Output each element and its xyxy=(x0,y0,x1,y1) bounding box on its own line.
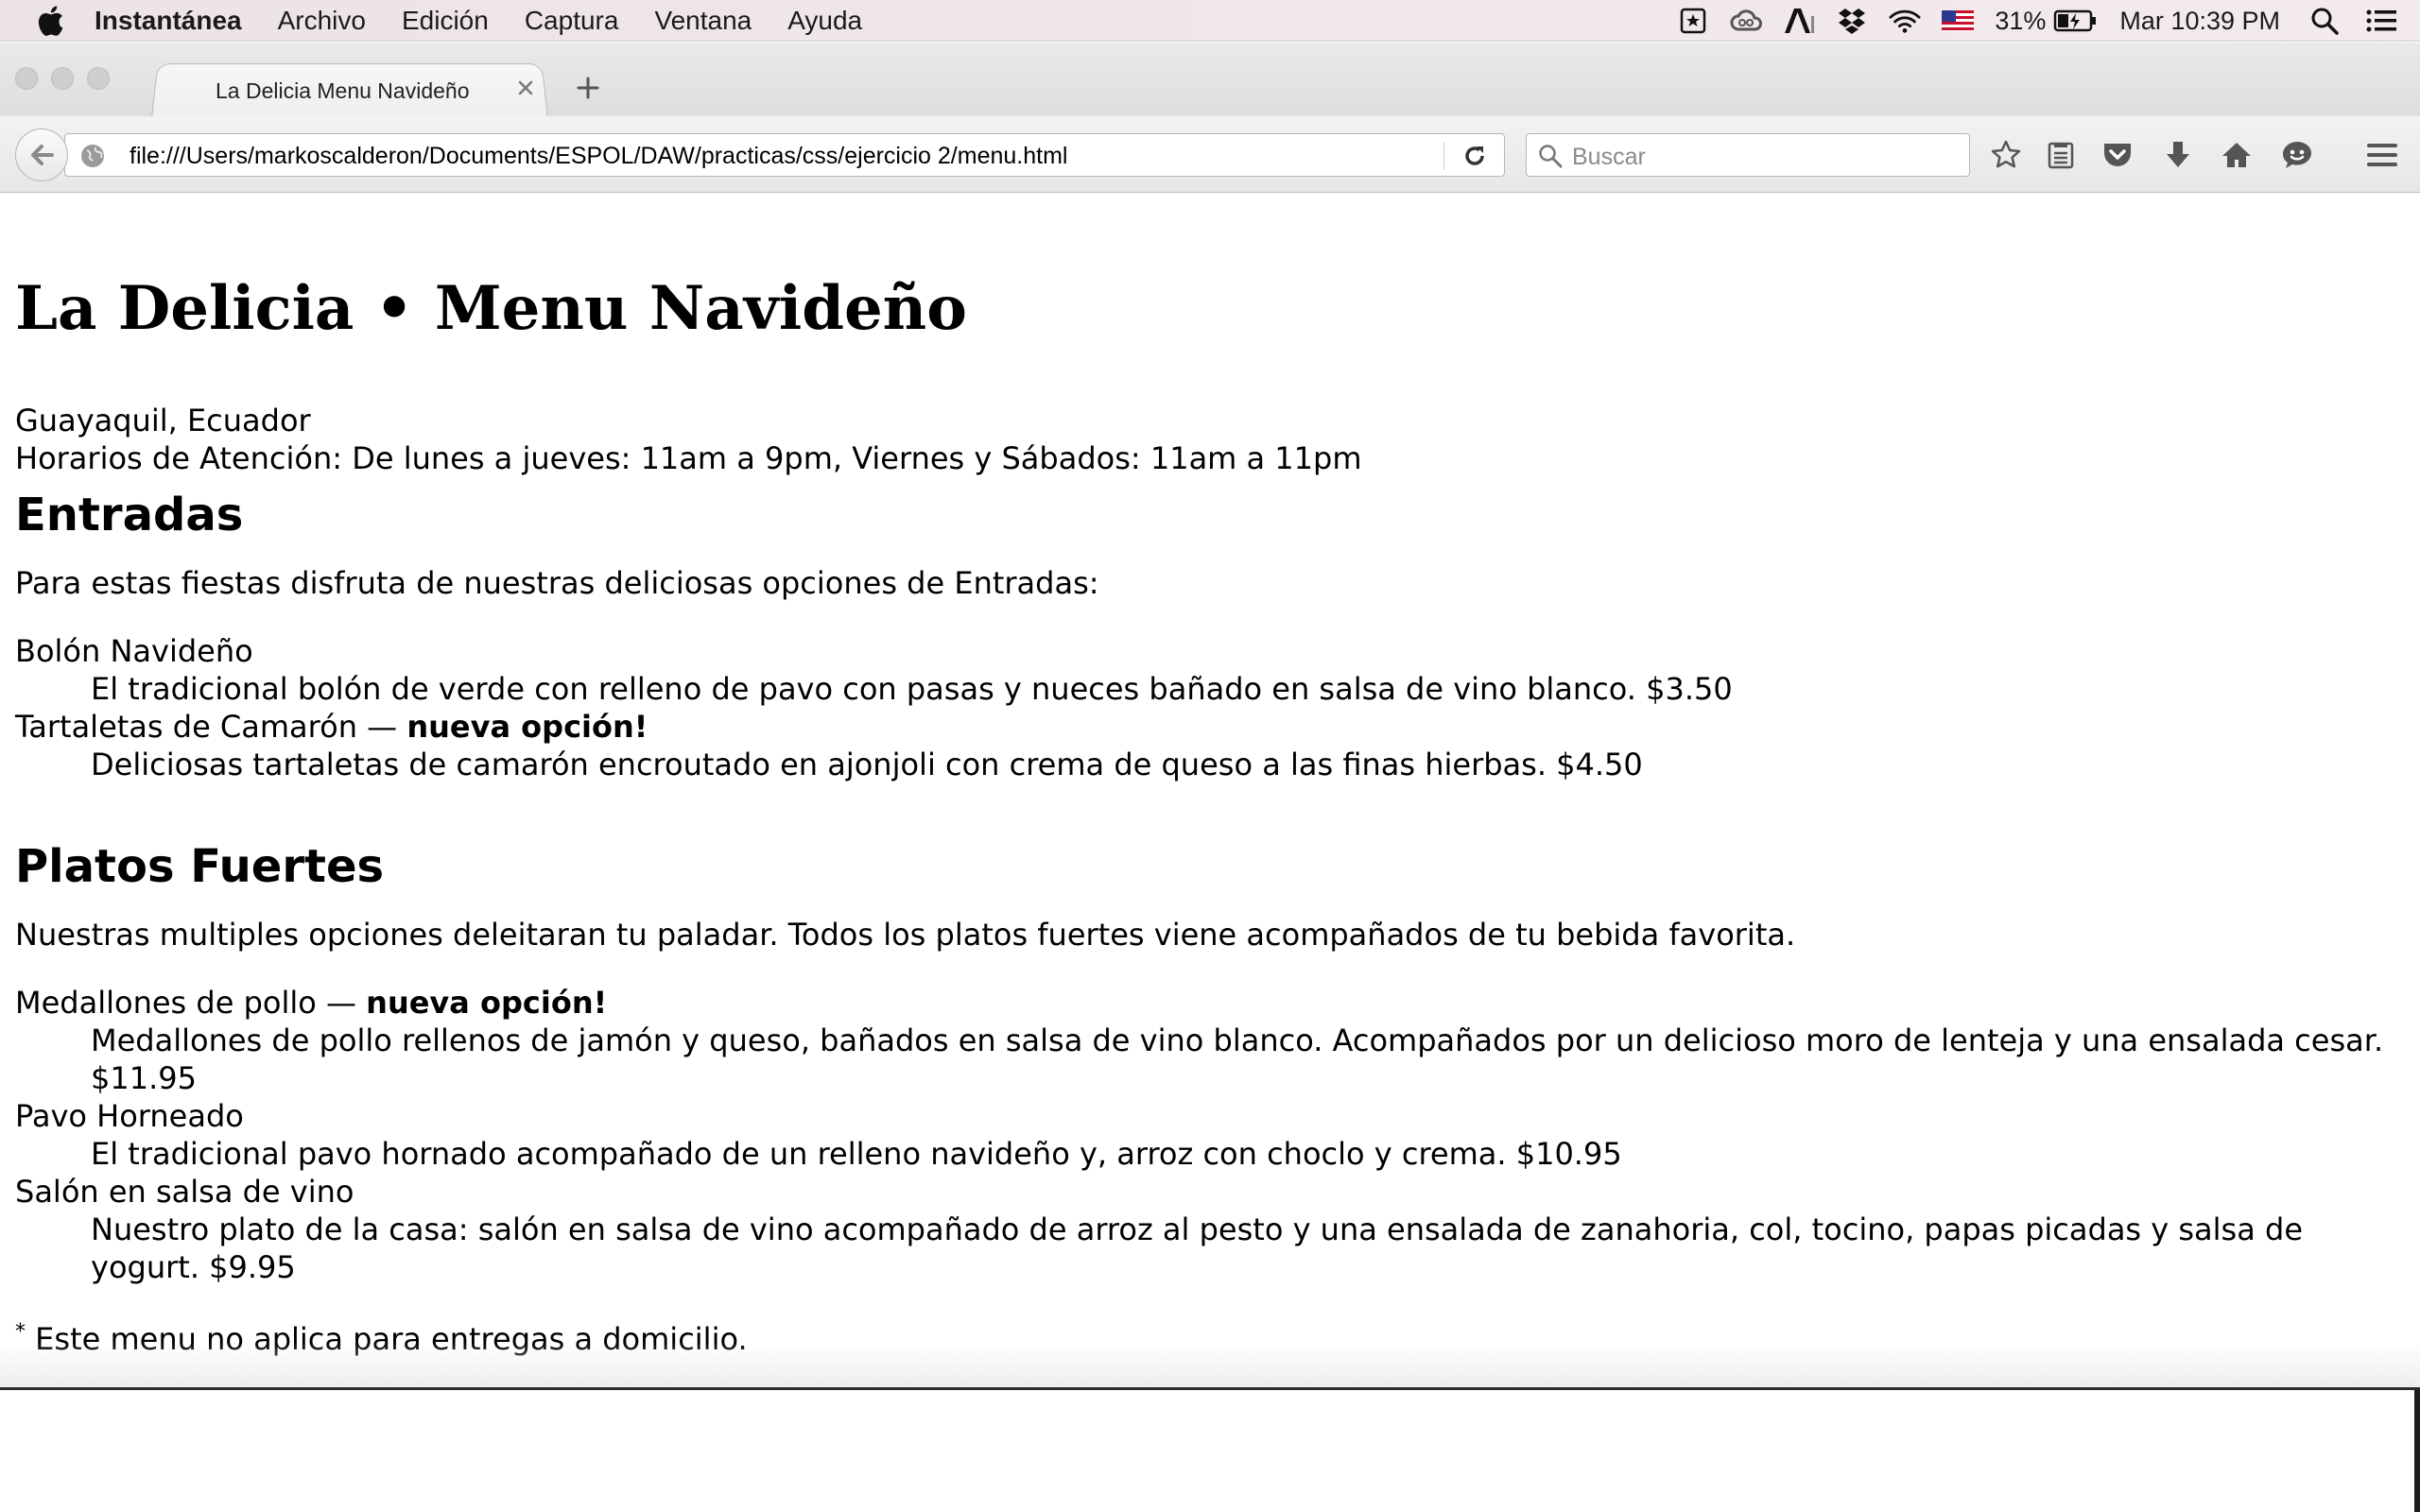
menu-item-name: Salón en salsa de vino xyxy=(15,1174,354,1210)
menu-item-description-cont: yogurt. $9.95 xyxy=(91,1249,296,1285)
wifi-icon[interactable] xyxy=(1889,5,1921,37)
menu-item-name: Medallones de pollo — xyxy=(15,985,367,1021)
window-close-button[interactable] xyxy=(15,67,38,90)
menu-item-name-row: Tartaletas de Camarón — nueva opción! xyxy=(15,712,648,742)
window-bottom-shadow xyxy=(0,1342,2420,1389)
tab-close-icon[interactable] xyxy=(514,77,537,99)
spotlight-icon[interactable] xyxy=(2308,5,2341,37)
battery-icon[interactable] xyxy=(2053,5,2099,37)
section-intro-platos-fuertes: Nuestras multiples opciones deleitaran t… xyxy=(15,917,1796,953)
battery-percentage[interactable]: 31% xyxy=(1995,7,2046,36)
adobe-icon[interactable] xyxy=(1783,5,1815,37)
desktop-area xyxy=(0,1390,2420,1512)
menu-ayuda[interactable]: Ayuda xyxy=(787,6,862,36)
creative-cloud-icon[interactable] xyxy=(1730,5,1763,37)
menu-item-description: Medallones de pollo rellenos de jamón y … xyxy=(91,1022,2384,1058)
hello-chat-icon[interactable] xyxy=(2278,136,2316,174)
new-tab-button[interactable] xyxy=(571,71,605,105)
menu-item-name-row: Medallones de pollo — nueva opción! xyxy=(15,988,607,1018)
url-bar[interactable]: file:///Users/markoscalderon/Documents/E… xyxy=(64,133,1505,177)
menu-archivo[interactable]: Archivo xyxy=(278,6,366,36)
browser-window: La Delicia Menu Navideño file:///Users/m… xyxy=(0,43,2420,1389)
pocket-icon[interactable] xyxy=(2099,136,2136,174)
menu-item-description: Deliciosas tartaletas de camarón encrout… xyxy=(91,747,1643,782)
page-title: La Delicia • Menu Navideño xyxy=(15,273,967,344)
clock[interactable]: Mar 10:39 PM xyxy=(2119,7,2280,36)
search-input[interactable]: Buscar xyxy=(1572,144,1646,171)
apple-icon[interactable] xyxy=(32,3,68,39)
window-minimize-button[interactable] xyxy=(51,67,74,90)
home-icon[interactable] xyxy=(2218,136,2256,174)
url-text[interactable]: file:///Users/markoscalderon/Documents/E… xyxy=(130,143,1067,170)
hours-text: Horarios de Atención: De lunes a jueves:… xyxy=(15,440,1362,476)
tab-title[interactable]: La Delicia Menu Navideño xyxy=(216,78,470,104)
window-zoom-button[interactable] xyxy=(87,67,110,90)
menu-app-name[interactable]: Instantánea xyxy=(95,6,242,36)
dropbox-icon[interactable] xyxy=(1836,5,1868,37)
menu-item-description: Nuestro plato de la casa: salón en salsa… xyxy=(91,1211,2303,1247)
new-option-badge: nueva opción! xyxy=(366,985,608,1021)
menu-ventana[interactable]: Ventana xyxy=(654,6,752,36)
menu-item-price: $11.95 xyxy=(91,1060,197,1096)
macos-menubar: Instantánea Archivo Edición Captura Vent… xyxy=(0,0,2420,42)
menu-item-description: El tradicional bolón de verde con rellen… xyxy=(91,671,1733,707)
section-heading-entradas: Entradas xyxy=(15,489,244,541)
footnote-mark: * xyxy=(15,1320,26,1344)
menu-edicion[interactable]: Edición xyxy=(402,6,489,36)
url-bar-divider xyxy=(1443,142,1444,170)
navigation-toolbar: file:///Users/markoscalderon/Documents/E… xyxy=(0,116,2420,193)
menu-captura[interactable]: Captura xyxy=(525,6,619,36)
bookmark-star-icon[interactable] xyxy=(1987,136,2025,174)
notification-center-icon[interactable] xyxy=(2365,5,2397,37)
reading-list-icon[interactable] xyxy=(2042,136,2080,174)
menu-item-name: Tartaletas de Camarón — xyxy=(15,709,407,745)
reload-icon[interactable] xyxy=(1459,140,1491,172)
search-bar[interactable]: Buscar xyxy=(1526,133,1970,177)
download-icon[interactable] xyxy=(2159,136,2197,174)
new-option-badge: nueva opción! xyxy=(406,709,648,745)
search-icon xyxy=(1536,142,1564,170)
menu-item-name: Pavo Horneado xyxy=(15,1098,244,1134)
section-heading-platos-fuertes: Platos Fuertes xyxy=(15,840,385,893)
us-flag-icon[interactable] xyxy=(1942,5,1975,37)
menu-item-name: Bolón Navideño xyxy=(15,633,253,669)
back-button[interactable] xyxy=(15,129,68,181)
hamburger-menu-icon[interactable] xyxy=(2361,136,2403,174)
menubar-tray: 31% Mar 10:39 PM xyxy=(1656,0,2397,42)
section-intro-entradas: Para estas fiestas disfruta de nuestras … xyxy=(15,565,1099,601)
tab-strip: La Delicia Menu Navideño xyxy=(0,43,2420,118)
page-content: La Delicia • Menu Navideño Guayaquil, Ec… xyxy=(0,194,2420,1389)
location-text: Guayaquil, Ecuador xyxy=(15,403,311,438)
bookmark-app-icon[interactable] xyxy=(1677,5,1709,37)
menu-item-description: El tradicional pavo hornado acompañado d… xyxy=(91,1136,1622,1172)
desktop-edge xyxy=(2414,1390,2420,1512)
globe-icon[interactable] xyxy=(78,142,107,170)
